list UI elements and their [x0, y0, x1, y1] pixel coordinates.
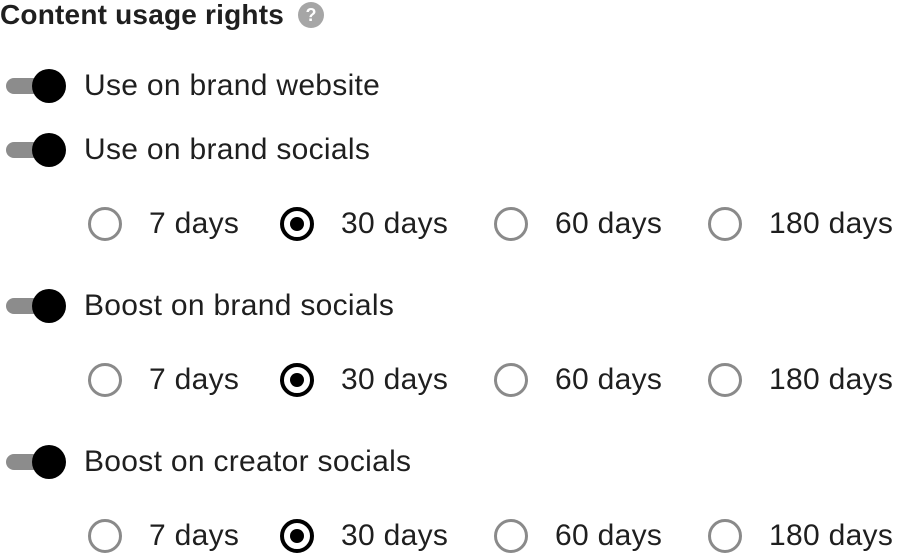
radio-label: 60 days [555, 519, 663, 552]
radio-button[interactable] [494, 519, 528, 553]
radio-label: 7 days [149, 363, 240, 396]
duration-group-boost-on-creator-socials: 7 days 30 days 60 days 180 days [88, 514, 893, 558]
radio-button[interactable] [708, 207, 742, 241]
radio-button[interactable] [88, 207, 122, 241]
right-use-on-brand-website: Use on brand website [6, 66, 380, 106]
radio-button[interactable] [494, 207, 528, 241]
radio-label: 60 days [555, 363, 663, 396]
duration-option-7-days[interactable]: 7 days [88, 514, 280, 558]
right-boost-on-creator-socials: Boost on creator socials [6, 442, 411, 482]
duration-group-use-on-brand-socials: 7 days 30 days 60 days 180 days [88, 202, 893, 246]
duration-option-30-days[interactable]: 30 days [280, 358, 494, 402]
toggle-knob [32, 445, 66, 479]
toggle-knob [32, 69, 66, 103]
radio-label: 30 days [341, 519, 449, 552]
radio-button[interactable] [494, 363, 528, 397]
toggle-use-on-brand-socials[interactable] [6, 133, 66, 167]
right-boost-on-brand-socials: Boost on brand socials [6, 286, 394, 326]
radio-label: 180 days [769, 519, 894, 552]
radio-label: 7 days [149, 207, 240, 240]
toggle-label: Use on brand socials [84, 133, 371, 166]
radio-button-selected[interactable] [280, 207, 314, 241]
toggle-boost-on-brand-socials[interactable] [6, 289, 66, 323]
toggle-label: Boost on creator socials [84, 445, 412, 478]
radio-button-selected[interactable] [280, 519, 314, 553]
duration-option-7-days[interactable]: 7 days [88, 358, 280, 402]
radio-label: 180 days [769, 363, 894, 396]
toggle-use-on-brand-website[interactable] [6, 69, 66, 103]
radio-button[interactable] [708, 519, 742, 553]
duration-option-60-days[interactable]: 60 days [494, 514, 708, 558]
duration-option-7-days[interactable]: 7 days [88, 202, 280, 246]
toggle-knob [32, 289, 66, 323]
section-title: Content usage rights [0, 0, 285, 30]
radio-dot [290, 529, 304, 543]
radio-label: 60 days [555, 207, 663, 240]
radio-label: 7 days [149, 519, 240, 552]
radio-label: 180 days [769, 207, 894, 240]
duration-option-180-days[interactable]: 180 days [708, 514, 893, 558]
radio-button[interactable] [88, 519, 122, 553]
radio-label: 30 days [341, 363, 449, 396]
toggle-label: Boost on brand socials [84, 289, 395, 322]
duration-option-180-days[interactable]: 180 days [708, 358, 893, 402]
duration-option-30-days[interactable]: 30 days [280, 202, 494, 246]
section-header: Content usage rights ? [0, 0, 325, 30]
radio-button[interactable] [88, 363, 122, 397]
toggle-label: Use on brand website [84, 69, 381, 102]
right-use-on-brand-socials: Use on brand socials [6, 130, 370, 170]
help-icon[interactable]: ? [298, 2, 325, 28]
radio-button[interactable] [708, 363, 742, 397]
duration-option-60-days[interactable]: 60 days [494, 358, 708, 402]
duration-option-30-days[interactable]: 30 days [280, 514, 494, 558]
radio-dot [290, 373, 304, 387]
duration-group-boost-on-brand-socials: 7 days 30 days 60 days 180 days [88, 358, 893, 402]
toggle-boost-on-creator-socials[interactable] [6, 445, 66, 479]
toggle-knob [32, 133, 66, 167]
radio-button-selected[interactable] [280, 363, 314, 397]
radio-label: 30 days [341, 207, 449, 240]
duration-option-180-days[interactable]: 180 days [708, 202, 893, 246]
duration-option-60-days[interactable]: 60 days [494, 202, 708, 246]
radio-dot [290, 217, 304, 231]
